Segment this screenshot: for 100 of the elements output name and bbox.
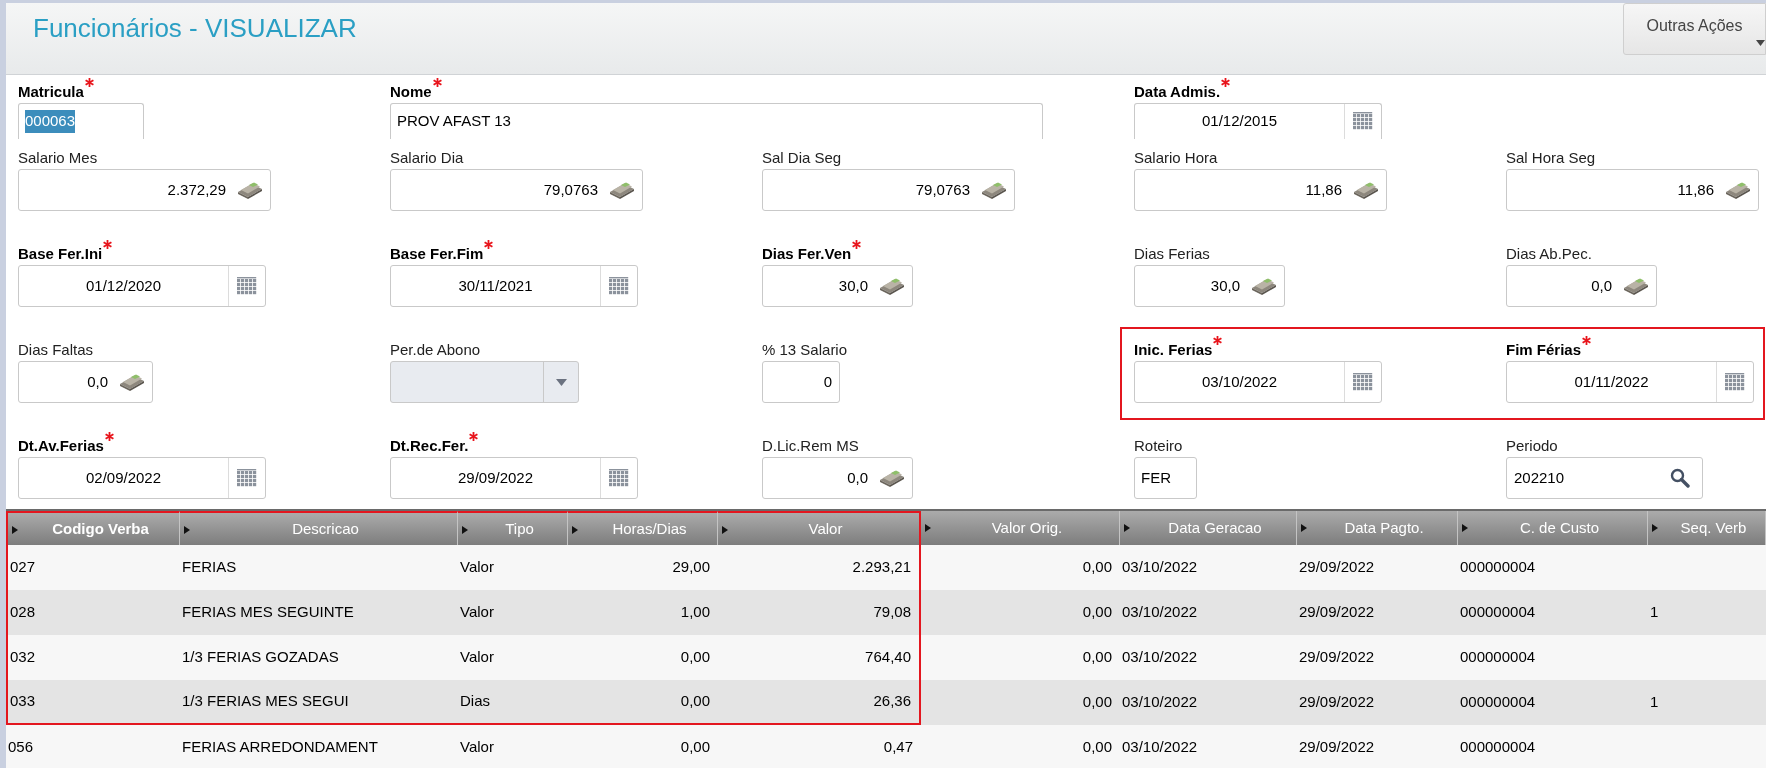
field-value: 79,0763 (915, 179, 970, 200)
money-icon (236, 180, 264, 200)
calendar-icon (237, 468, 257, 488)
amount-field[interactable]: 79,0763 (762, 169, 1015, 211)
money-icon (1352, 180, 1380, 200)
table-cell-text: 000000004 (1459, 647, 1537, 668)
calendar-icon (1725, 372, 1745, 392)
expand-arrow-icon (462, 526, 468, 534)
field-label: Matricula (18, 82, 84, 102)
required-icon (484, 240, 494, 249)
date-field[interactable]: 01/12/2015 (1134, 103, 1382, 139)
field-label: Dias Faltas (18, 340, 94, 360)
field-label: Dias Fer.Ven (762, 244, 852, 264)
expand-arrow-icon (1652, 524, 1658, 532)
field-value: 0,0 (1591, 275, 1612, 296)
field-value: 30,0 (1210, 275, 1240, 296)
table-cell-text: FERIAS MES SEGUINTE (181, 602, 355, 623)
expand-arrow-icon (1462, 524, 1468, 532)
field-value: 30,0 (838, 275, 868, 296)
required-icon (104, 432, 114, 441)
date-field[interactable]: 03/10/2022 (1134, 361, 1382, 403)
table-cell-text: 1,00 (679, 602, 711, 623)
amount-field[interactable]: 0,0 (18, 361, 153, 403)
amount-field[interactable]: 79,0763 (390, 169, 643, 211)
input-field[interactable]: FER (1134, 457, 1197, 499)
amount-field[interactable]: 11,86 (1506, 169, 1759, 211)
input-field[interactable]: 000063 (18, 103, 144, 139)
expand-arrow-icon (1124, 524, 1130, 532)
table-cell-text: FERIAS ARREDONDAMENT (181, 737, 379, 758)
calendar-icon (609, 276, 629, 296)
field-value: 11,86 (1305, 179, 1342, 200)
date-field[interactable]: 01/12/2020 (18, 265, 266, 307)
field-value: PROV AFAST 13 (397, 111, 511, 132)
dropdown-field[interactable] (390, 361, 579, 403)
money-icon (118, 372, 146, 392)
amount-field[interactable]: 0,0 (1506, 265, 1657, 307)
field-value: 01/12/2020 (85, 275, 162, 296)
required-icon (84, 78, 94, 87)
field-label: Dt.Rec.Fer. (390, 436, 469, 456)
money-icon (1724, 180, 1752, 200)
field-label: Salario Mes (18, 148, 98, 168)
field-label: Dias Ab.Pec. (1506, 244, 1592, 264)
table-cell-text: 0,00 (679, 647, 711, 668)
amount-field[interactable]: 30,0 (1134, 265, 1285, 307)
amount-field[interactable]: 0,0 (762, 457, 913, 499)
table-cell-text: 000000004 (1459, 557, 1537, 578)
table-cell-text: 03/10/2022 (1121, 692, 1199, 713)
field-label: Data Admis. (1134, 82, 1221, 102)
table-cell-text: Valor (459, 647, 495, 668)
field-value: 30/11/2021 (458, 275, 533, 296)
table-cell-text: 0,00 (1081, 602, 1113, 623)
search-icon (1670, 468, 1690, 488)
calendar-icon (609, 468, 629, 488)
money-icon (878, 276, 906, 296)
input-field[interactable]: PROV AFAST 13 (390, 103, 1043, 139)
table-cell-text: 1/3 FERIAS GOZADAS (181, 647, 340, 668)
field-value: 11,86 (1677, 179, 1714, 200)
field-label: Salario Dia (390, 148, 464, 168)
field-value: 01/11/2022 (1574, 371, 1649, 392)
table-cell-text: 0,00 (1081, 647, 1113, 668)
table-cell-text: FERIAS (181, 557, 238, 578)
search-field[interactable]: 202210 (1506, 457, 1703, 499)
date-field[interactable]: 30/11/2021 (390, 265, 638, 307)
date-field[interactable]: 02/09/2022 (18, 457, 266, 499)
amount-field[interactable]: 11,86 (1134, 169, 1387, 211)
money-icon (1622, 276, 1650, 296)
table-cell-text: 29,00 (671, 557, 711, 578)
field-label: Per.de Abono (390, 340, 481, 360)
input-field[interactable]: 0 (762, 361, 840, 403)
table-cell-text: 1 (1649, 602, 1660, 623)
field-label: Sal Hora Seg (1506, 148, 1596, 168)
date-field[interactable]: 01/11/2022 (1506, 361, 1754, 403)
field-label: Base Fer.Ini (18, 244, 103, 264)
table-cell-text: 29/09/2022 (1298, 602, 1376, 623)
field-value: 29/09/2022 (457, 467, 534, 488)
field-value: 000063 (25, 110, 76, 133)
expand-arrow-icon (184, 526, 190, 534)
field-value: 0,0 (87, 371, 108, 392)
money-icon (878, 468, 906, 488)
field-label: Dias Ferias (1134, 244, 1210, 264)
expand-arrow-icon (572, 526, 578, 534)
required-icon (432, 78, 442, 87)
table-cell-text: 29/09/2022 (1298, 647, 1376, 668)
table-cell-text: 29/09/2022 (1298, 692, 1376, 713)
field-value: 202210 (1514, 468, 1565, 486)
table-cell-text: 000000004 (1459, 602, 1537, 623)
table-cell-text: 0,47 (882, 737, 914, 758)
amount-field[interactable]: 2.372,29 (18, 169, 271, 211)
required-icon (469, 432, 479, 441)
field-label: D.Lic.Rem MS (762, 436, 859, 456)
field-value: 2.372,29 (167, 179, 226, 200)
table-cell-text: 29/09/2022 (1298, 737, 1376, 758)
date-field[interactable]: 29/09/2022 (390, 457, 638, 499)
other-actions-button[interactable]: Outras Ações (1623, 3, 1766, 55)
calendar-icon (1353, 112, 1373, 131)
field-value: FER (1141, 467, 1171, 488)
money-icon (608, 180, 636, 200)
expand-arrow-icon (925, 524, 931, 532)
amount-field[interactable]: 30,0 (762, 265, 913, 307)
page-title: Funcionários - VISUALIZAR (33, 12, 357, 45)
